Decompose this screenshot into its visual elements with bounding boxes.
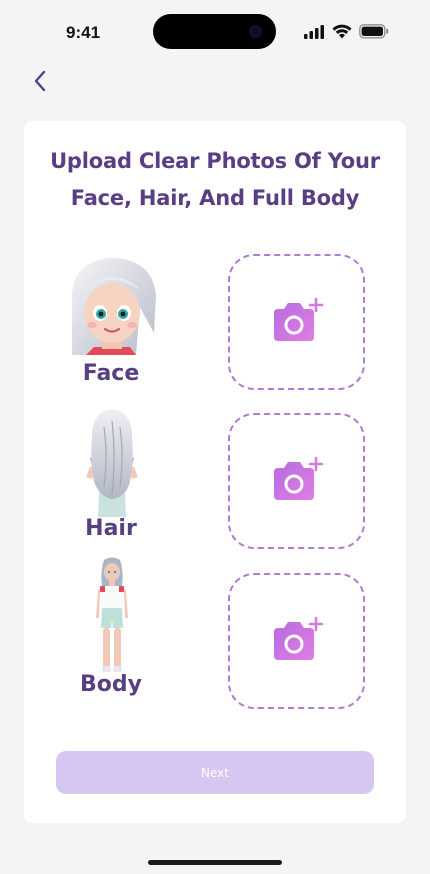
camera-add-icon [273, 297, 323, 341]
hair-avatar-image [86, 409, 138, 517]
dynamic-island [153, 14, 276, 49]
wifi-icon [332, 24, 352, 39]
body-avatar-image [96, 557, 128, 672]
upload-body-button[interactable] [228, 573, 365, 709]
face-label: Face [82, 361, 140, 386]
body-label: Body [80, 672, 142, 697]
home-indicator [148, 860, 282, 865]
upload-hair-button[interactable] [228, 413, 365, 549]
page-title: Upload Clear Photos Of Your Face, Hair, … [50, 149, 380, 210]
camera-add-icon [273, 616, 323, 660]
back-button[interactable] [28, 68, 52, 94]
next-button[interactable]: Next [56, 751, 374, 794]
hair-label: Hair [85, 516, 137, 541]
upload-card: Upload Clear Photos Of Your Face, Hair, … [24, 121, 406, 823]
upload-face-button[interactable] [228, 254, 365, 390]
cellular-signal-icon [304, 25, 324, 39]
chevron-left-icon [34, 70, 46, 92]
face-avatar-image [72, 258, 156, 355]
battery-icon [359, 24, 389, 39]
status-time: 9:41 [66, 23, 101, 42]
front-camera-icon [249, 25, 262, 38]
camera-add-icon [273, 456, 323, 500]
